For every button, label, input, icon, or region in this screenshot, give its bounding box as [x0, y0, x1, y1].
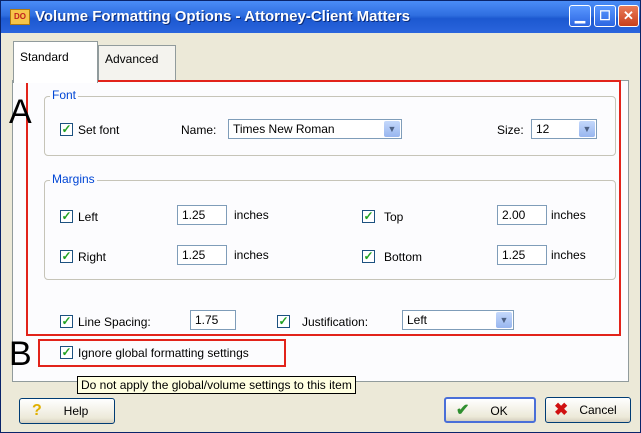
cancel-button[interactable]: ✖ Cancel: [545, 397, 631, 423]
checkmark-icon: ✔: [456, 402, 470, 419]
annotation-box-a: [26, 80, 621, 336]
tab-standard-label: Standard: [20, 50, 69, 64]
cancel-button-label: Cancel: [579, 403, 617, 417]
tab-advanced-label: Advanced: [105, 52, 159, 66]
minimize-icon[interactable]: ▁: [569, 5, 591, 27]
help-button-label: Help: [63, 404, 89, 418]
x-icon: ✖: [554, 400, 569, 419]
maximize-icon[interactable]: ☐: [594, 5, 616, 27]
help-icon: ?: [32, 402, 42, 419]
callout-b: B: [9, 335, 32, 373]
close-icon[interactable]: ✕: [618, 5, 639, 27]
ok-button-label: OK: [490, 404, 508, 418]
title-bar[interactable]: DO Volume Formatting Options - Attorney-…: [1, 1, 640, 33]
help-button[interactable]: ? Help: [19, 398, 115, 424]
tab-advanced[interactable]: Advanced: [98, 45, 176, 81]
tab-standard[interactable]: Standard: [13, 41, 98, 83]
app-icon: DO: [10, 9, 30, 25]
window-title: Volume Formatting Options - Attorney-Cli…: [35, 8, 411, 25]
annotation-box-b: [38, 339, 286, 367]
ok-button[interactable]: ✔ OK: [444, 397, 536, 423]
tooltip: Do not apply the global/volume settings …: [77, 376, 356, 394]
callout-a: A: [9, 93, 32, 131]
